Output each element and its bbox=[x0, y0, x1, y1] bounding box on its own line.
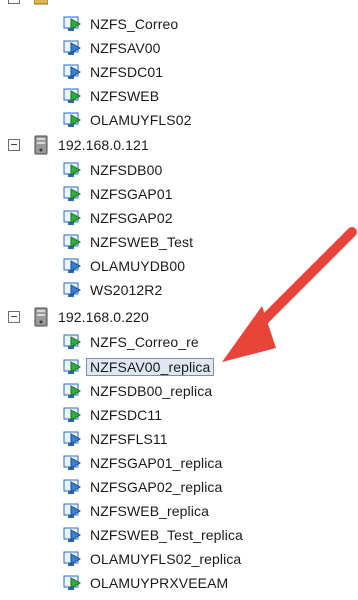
vm-label: NZFSWEB_Test bbox=[90, 234, 194, 250]
host-row-partial[interactable]: − bbox=[8, 0, 58, 10]
vm-stopped-icon bbox=[62, 429, 82, 449]
vm-item[interactable]: NZFSGAP02 bbox=[62, 206, 173, 230]
vm-stopped-icon bbox=[62, 477, 82, 497]
collapse-minus-icon[interactable]: − bbox=[8, 0, 20, 4]
vm-stopped-icon bbox=[62, 501, 82, 521]
collapse-minus-icon[interactable]: − bbox=[8, 311, 20, 323]
vm-label: NZFSWEB bbox=[90, 88, 160, 104]
vm-label: WS2012R2 bbox=[90, 282, 163, 298]
vm-label: NZFS_Correo bbox=[90, 16, 179, 32]
vm-running-icon bbox=[62, 160, 82, 180]
vm-item[interactable]: NZFSWEB_Test bbox=[62, 230, 193, 254]
vm-running-icon bbox=[62, 86, 82, 106]
vm-item[interactable]: NZFSGAP01 bbox=[62, 182, 173, 206]
vm-label: OLAMUYFLS02 bbox=[90, 112, 192, 128]
vm-running-icon bbox=[62, 14, 82, 34]
host-row[interactable]: − 192.168.0.121 bbox=[8, 133, 149, 157]
vm-item[interactable]: NZFSWEB_replica bbox=[62, 499, 209, 523]
vm-item[interactable]: NZFS_Correo_re bbox=[62, 330, 199, 354]
vm-stopped-icon bbox=[62, 38, 82, 58]
vm-item[interactable]: NZFSFLS11 bbox=[62, 427, 168, 451]
vm-label: NZFSGAP01 bbox=[90, 186, 173, 202]
vm-label: OLAMUYDB00 bbox=[90, 258, 186, 274]
host-label: 192.168.0.121 bbox=[58, 137, 149, 153]
vm-item[interactable]: NZFSDC01 bbox=[62, 60, 163, 84]
folder-icon bbox=[33, 0, 49, 8]
vm-label: NZFSDC11 bbox=[90, 407, 163, 423]
vm-running-icon bbox=[62, 184, 82, 204]
vm-item[interactable]: NZFSAV00 bbox=[62, 36, 161, 60]
vm-item[interactable]: NZFS_Correo bbox=[62, 12, 178, 36]
vm-item[interactable]: NZFSDC11 bbox=[62, 403, 162, 427]
vm-running-icon bbox=[62, 573, 82, 593]
vm-item[interactable]: NZFSWEB_Test_replica bbox=[62, 523, 243, 547]
vm-label: NZFSGAP01_replica bbox=[90, 455, 223, 471]
vm-item-selected[interactable]: NZFSAV00_replica bbox=[62, 355, 215, 379]
vm-label: OLAMUYPRXVEEAM bbox=[90, 575, 229, 591]
vm-label: NZFSFLS11 bbox=[90, 431, 168, 447]
vm-running-icon bbox=[62, 208, 82, 228]
vm-running-icon bbox=[62, 110, 82, 130]
vm-item[interactable]: WS2012R2 bbox=[62, 278, 162, 302]
server-tower-icon bbox=[34, 307, 48, 327]
vm-stopped-icon bbox=[62, 525, 82, 545]
vm-item[interactable]: NZFSGAP02_replica bbox=[62, 475, 222, 499]
vm-item[interactable]: OLAMUYDB00 bbox=[62, 254, 185, 278]
vm-item[interactable]: OLAMUYPRXVEEAM bbox=[62, 571, 228, 595]
server-tower-icon bbox=[34, 135, 48, 155]
vm-stopped-icon bbox=[62, 280, 82, 300]
host-row[interactable]: − 192.168.0.220 bbox=[8, 305, 149, 329]
vm-label: NZFS_Correo_re bbox=[90, 334, 199, 350]
vm-label: OLAMUYFLS02_replica bbox=[90, 551, 242, 567]
vm-label: NZFSGAP02_replica bbox=[90, 479, 223, 495]
host-label: 192.168.0.220 bbox=[58, 309, 149, 325]
vm-label: NZFSWEB_replica bbox=[90, 503, 209, 519]
vm-item[interactable]: NZFSGAP01_replica bbox=[62, 451, 222, 475]
vm-label: NZFSDB00_replica bbox=[90, 383, 213, 399]
vm-label: NZFSDC01 bbox=[90, 64, 164, 80]
vm-item[interactable]: NZFSDB00_replica bbox=[62, 379, 212, 403]
vm-running-icon bbox=[62, 232, 82, 252]
vm-stopped-icon bbox=[62, 549, 82, 569]
vm-item[interactable]: NZFSDB00 bbox=[62, 158, 162, 182]
vm-label: NZFSAV00_replica bbox=[86, 358, 215, 376]
vm-label: NZFSAV00 bbox=[90, 40, 161, 56]
vm-item[interactable]: OLAMUYFLS02 bbox=[62, 108, 191, 132]
vm-running-icon bbox=[62, 332, 82, 352]
vm-tree: − NZFS_Correo NZFSAV00 NZFSDC01 NZFSWEB … bbox=[0, 0, 358, 600]
vm-label: NZFSDB00 bbox=[90, 162, 163, 178]
vm-label: NZFSGAP02 bbox=[90, 210, 173, 226]
vm-running-icon bbox=[62, 381, 82, 401]
vm-stopped-icon bbox=[62, 453, 82, 473]
vm-stopped-icon bbox=[62, 62, 82, 82]
vm-running-icon bbox=[62, 405, 82, 425]
vm-item[interactable]: NZFSWEB bbox=[62, 84, 159, 108]
collapse-minus-icon[interactable]: − bbox=[8, 139, 20, 151]
vm-running-icon bbox=[62, 357, 82, 377]
vm-stopped-icon bbox=[62, 256, 82, 276]
vm-item[interactable]: OLAMUYFLS02_replica bbox=[62, 547, 241, 571]
vm-label: NZFSWEB_Test_replica bbox=[90, 527, 243, 543]
